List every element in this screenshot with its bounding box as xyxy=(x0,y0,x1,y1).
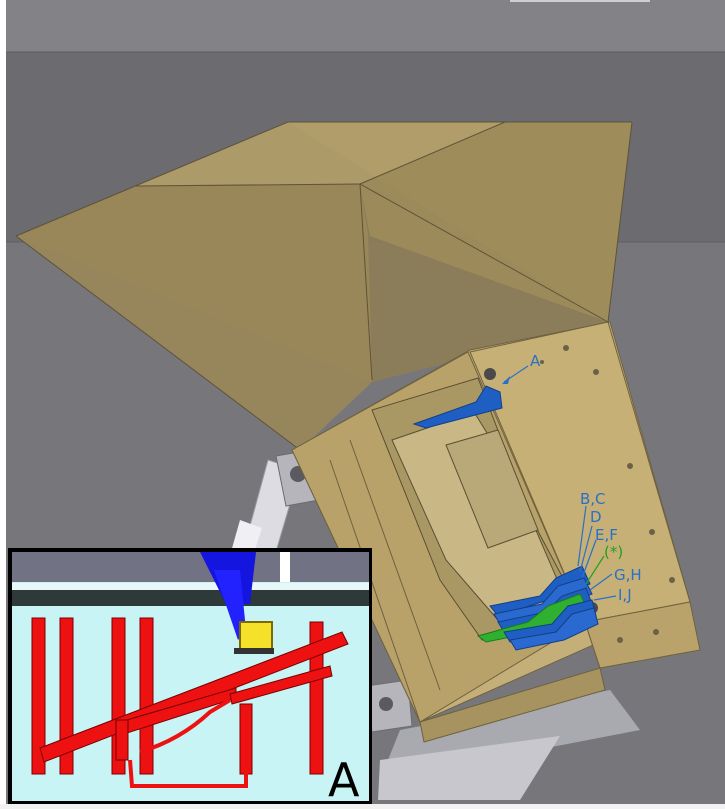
label-ef: E,F xyxy=(595,526,618,544)
label-a: A xyxy=(530,352,541,370)
cad-render-view: A B,C D E,F (*) G,H I,J A xyxy=(0,0,725,809)
inset-label: A xyxy=(328,753,360,807)
label-gh: G,H xyxy=(614,566,642,584)
label-star: (*) xyxy=(604,543,623,561)
label-d: D xyxy=(590,508,602,526)
inset-yellow-component xyxy=(239,621,273,651)
background-top-band xyxy=(6,0,725,52)
inset-panel-a: A xyxy=(8,548,372,807)
label-bc: B,C xyxy=(580,490,606,508)
label-ij: I,J xyxy=(618,586,632,604)
